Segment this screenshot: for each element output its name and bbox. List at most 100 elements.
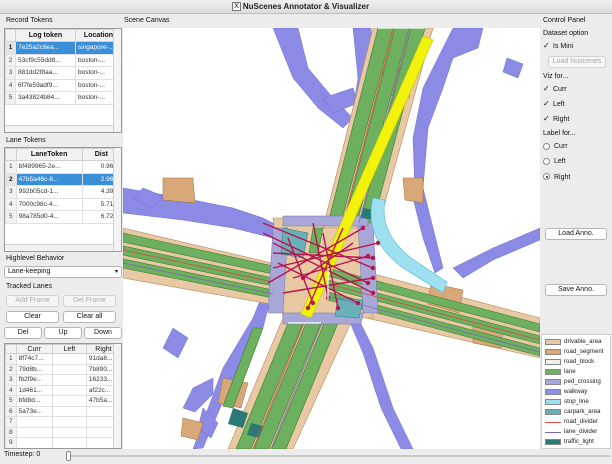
legend-color-swatch: [545, 359, 561, 365]
viz-curr-checkbox[interactable]: ✓: [543, 85, 551, 93]
clear-button[interactable]: Clear: [6, 311, 59, 323]
table-row[interactable]: 5 3a43824b84... boston-...: [5, 91, 121, 105]
radio-right[interactable]: [543, 173, 550, 180]
left-cell[interactable]: [51, 426, 87, 438]
lane-token-cell[interactable]: bf489965-2e...: [15, 160, 83, 174]
scene-canvas[interactable]: [123, 28, 540, 449]
curr-cell[interactable]: 1d461...: [15, 384, 53, 396]
table-row[interactable]: 3 992b05cd-1... 4.394: [5, 185, 121, 199]
left-cell[interactable]: [51, 405, 87, 417]
table-row[interactable]: 4 6f7fe59adf9... boston-...: [5, 78, 121, 92]
row-number: 5: [5, 210, 17, 224]
left-cell[interactable]: [51, 363, 87, 375]
del-button[interactable]: Del: [4, 327, 42, 339]
legend-line-swatch: [545, 422, 561, 423]
table-row[interactable]: 1 8f74c7... 91da8...: [5, 353, 121, 365]
timestep-slider-handle[interactable]: [66, 451, 71, 461]
add-frame-button[interactable]: Add Frame: [6, 295, 59, 307]
left-cell[interactable]: [51, 395, 87, 407]
legend-item: road_segment: [545, 348, 611, 357]
table-row[interactable]: 8: [5, 426, 121, 438]
curr-cell[interactable]: [15, 437, 53, 448]
timestep-slider-track[interactable]: [68, 455, 610, 457]
curr-cell[interactable]: 5a73e...: [15, 405, 53, 417]
tracked-lanes-vscrollbar[interactable]: [113, 344, 121, 448]
row-number: 8: [5, 426, 17, 438]
lane-tokens-hscrollbar[interactable]: [5, 244, 113, 251]
table-row[interactable]: 3 881dd2f8aa... boston-...: [5, 66, 121, 80]
lane-tokens-table[interactable]: LaneToken Dist 1 bf489965-2e... 0.965 2 47b…: [4, 147, 122, 252]
table-row[interactable]: 1 bf489965-2e... 0.965: [5, 160, 121, 174]
log-token-cell[interactable]: 3a43824b84...: [15, 91, 76, 105]
legend-color-swatch: [545, 409, 561, 415]
lane-tokens-vscrollbar[interactable]: [113, 148, 121, 251]
legend-label: walkway: [564, 388, 588, 395]
viz-left-checkbox[interactable]: ✓: [543, 100, 551, 108]
del-frame-button[interactable]: Del Frame: [63, 295, 116, 307]
column-header-lane-token[interactable]: LaneToken: [15, 148, 83, 161]
radio-left[interactable]: [543, 158, 550, 165]
radio-curr[interactable]: [543, 143, 550, 150]
lane-token-cell[interactable]: 98a785d0-4...: [15, 210, 83, 224]
load-nuscenes-button[interactable]: Load Nuscenes: [548, 56, 606, 68]
viz-right-checkbox[interactable]: ✓: [543, 115, 551, 123]
down-button[interactable]: Down: [84, 327, 122, 339]
table-row[interactable]: 4 1d461... af22c...: [5, 384, 121, 396]
log-token-cell[interactable]: 881dd2f8aa...: [15, 66, 76, 80]
left-cell[interactable]: [51, 384, 87, 396]
column-header-log-token[interactable]: Log token: [15, 29, 76, 42]
legend-item: road_divider: [545, 418, 611, 427]
log-token-cell[interactable]: 6f7fe59adf9...: [15, 78, 76, 92]
left-cell[interactable]: [51, 437, 87, 448]
lane-token-cell[interactable]: 47b5a46c-8...: [15, 172, 83, 186]
record-tokens-vscrollbar[interactable]: [113, 29, 121, 132]
legend-item: lane: [545, 368, 611, 377]
table-row[interactable]: 3 fb2f9e... 16233...: [5, 374, 121, 386]
curr-cell[interactable]: 8f74c7...: [15, 353, 53, 365]
column-header-left[interactable]: Left: [51, 344, 87, 354]
table-row[interactable]: 7: [5, 416, 121, 428]
clear-all-button[interactable]: Clear all: [63, 311, 116, 323]
up-button[interactable]: Up: [44, 327, 82, 339]
table-row[interactable]: 5 bfd8d... 47b5a...: [5, 395, 121, 407]
app-window: X NuScenes Annotator & Visualizer Record…: [0, 0, 612, 464]
table-row[interactable]: 1 7e25a2c8ea... singapore-...: [5, 41, 121, 55]
legend-item: traffic_light: [545, 438, 611, 447]
column-header-curr[interactable]: Curr: [15, 344, 53, 354]
lane-token-cell[interactable]: 992b05cd-1...: [15, 185, 83, 199]
curr-cell[interactable]: fb2f9e...: [15, 374, 53, 386]
curr-cell[interactable]: 79d8b...: [15, 363, 53, 375]
left-cell[interactable]: [51, 374, 87, 386]
curr-cell[interactable]: [15, 426, 53, 438]
legend-item: road_block: [545, 358, 611, 367]
legend-label: road_block: [564, 358, 595, 365]
left-cell[interactable]: [51, 353, 87, 365]
table-row[interactable]: 2 53cf9c55dd8... boston-...: [5, 53, 121, 67]
highlevel-behavior-select[interactable]: Lane-keeping ▾: [4, 266, 122, 278]
highlevel-behavior-value: Lane-keeping: [8, 268, 51, 275]
lane-token-cell[interactable]: 7000c98c-4...: [15, 197, 83, 211]
table-row[interactable]: 9: [5, 437, 121, 448]
is-mini-checkbox[interactable]: ✓: [543, 42, 551, 50]
table-row[interactable]: 6 5a73e...: [5, 405, 121, 417]
curr-cell[interactable]: bfd8d...: [15, 395, 53, 407]
table-row[interactable]: 2 79d8b... 7b890...: [5, 363, 121, 375]
curr-cell[interactable]: [15, 416, 53, 428]
log-token-cell[interactable]: 53cf9c55dd8...: [15, 53, 76, 67]
row-number: 5: [5, 91, 16, 105]
table-row[interactable]: 2 47b5a46c-8... 2.966: [5, 172, 121, 186]
tracked-lanes-table[interactable]: Curr Left Right 1 8f74c7... 91da8... 2 79d8b…: [4, 343, 122, 449]
table-row[interactable]: 5 98a785d0-4... 6.727: [5, 210, 121, 224]
tracked-lanes-label: Tracked Lanes: [6, 283, 53, 290]
row-number: 3: [5, 374, 17, 386]
legend-color-swatch: [545, 339, 561, 345]
save-anno-button[interactable]: Save Anno.: [545, 284, 607, 296]
left-cell[interactable]: [51, 416, 87, 428]
is-mini-label: Is Mini: [553, 43, 574, 50]
load-anno-button[interactable]: Load Anno.: [545, 228, 607, 240]
record-tokens-hscrollbar[interactable]: [5, 125, 113, 132]
log-token-cell[interactable]: 7e25a2c8ea...: [15, 41, 76, 55]
table-row[interactable]: 4 7000c98c-4... 5.716: [5, 197, 121, 211]
record-tokens-table[interactable]: Log token Location 1 7e25a2c8ea... singapo…: [4, 28, 122, 133]
corner-cell: [5, 29, 16, 42]
